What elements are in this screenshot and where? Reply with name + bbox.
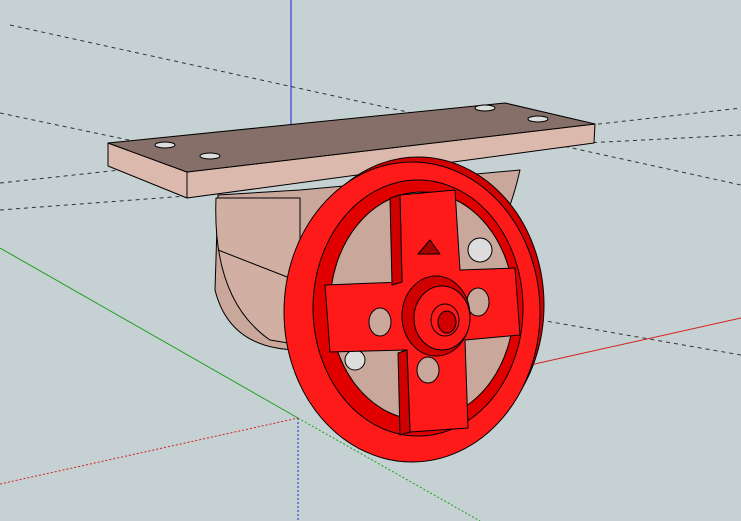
guide-line bbox=[584, 134, 741, 144]
axle-hole-inner bbox=[437, 310, 457, 334]
guide-line bbox=[539, 319, 741, 356]
guide-line bbox=[589, 107, 741, 126]
modeling-viewport[interactable] bbox=[0, 0, 741, 521]
hub-hole bbox=[416, 356, 440, 384]
bolt-hole bbox=[527, 115, 549, 123]
hub-hole bbox=[368, 307, 392, 337]
bolt-hole bbox=[474, 104, 496, 112]
bolt-hole bbox=[154, 141, 176, 149]
bolt-hole bbox=[199, 152, 221, 160]
guide-line bbox=[0, 194, 201, 211]
guide-line bbox=[0, 169, 121, 184]
axle-boss bbox=[344, 349, 366, 371]
scene bbox=[0, 0, 741, 521]
red-axis bbox=[529, 317, 741, 366]
red-axis-hidden bbox=[0, 417, 299, 485]
axle-boss bbox=[467, 237, 493, 263]
